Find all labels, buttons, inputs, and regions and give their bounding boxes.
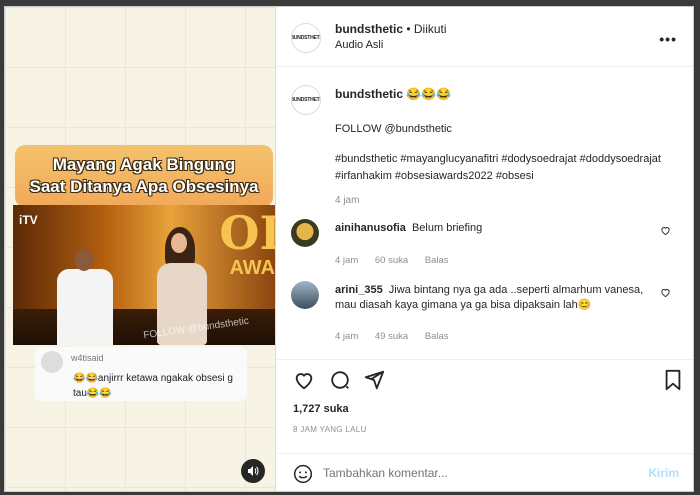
comment-time: 4 jam bbox=[335, 255, 359, 266]
audio-label[interactable]: Audio Asli bbox=[335, 39, 383, 51]
caption-hashtags[interactable]: #bundsthetic #mayanglucyanafitri #dodyso… bbox=[335, 151, 665, 185]
tv-logo: iTV bbox=[19, 213, 38, 227]
header-username-row: bundsthetic • Diikuti bbox=[335, 22, 447, 36]
video-banner: Mayang Agak Bingung Saat Ditanya Apa Obs… bbox=[15, 145, 273, 207]
heart-icon[interactable] bbox=[660, 287, 671, 298]
comment-avatar[interactable] bbox=[291, 281, 319, 309]
stage-sign-2: AWA bbox=[229, 257, 275, 279]
post-date: 8 JAM YANG LALU bbox=[293, 425, 367, 434]
caption-time: 4 jam bbox=[335, 195, 360, 206]
heart-icon[interactable] bbox=[660, 225, 671, 236]
speaker-icon[interactable] bbox=[241, 459, 265, 483]
actions-divider bbox=[277, 359, 693, 360]
add-comment-bar: Kirim bbox=[277, 453, 693, 491]
bookmark-icon[interactable] bbox=[663, 369, 683, 391]
embedded-avatar bbox=[41, 351, 63, 373]
media-area[interactable]: Mayang Agak Bingung Saat Ditanya Apa Obs… bbox=[5, 7, 276, 491]
video-frame[interactable]: OI AWA iTV FOLLOW @bundsthetic bbox=[13, 205, 275, 345]
comment-text: Belum briefing bbox=[411, 222, 483, 234]
comment-likes[interactable]: 49 suka bbox=[375, 331, 408, 342]
action-bar bbox=[293, 369, 685, 395]
comment-likes[interactable]: 60 suka bbox=[375, 255, 408, 266]
send-button[interactable]: Kirim bbox=[648, 466, 679, 480]
post-panel: #BUNDSTHETIC bundsthetic • Diikuti Audio… bbox=[277, 7, 693, 491]
header-username[interactable]: bundsthetic bbox=[335, 22, 403, 36]
comment-meta: 4 jam 60 suka Balas bbox=[335, 255, 463, 266]
banner-line-1: Mayang Agak Bingung bbox=[52, 155, 236, 174]
stage-sign: OI bbox=[219, 206, 275, 260]
comment-username[interactable]: arini_355 bbox=[335, 284, 383, 296]
reply-button[interactable]: Balas bbox=[425, 331, 449, 342]
likes-count[interactable]: 1,727 suka bbox=[293, 403, 349, 415]
embedded-text: 😂😂anjirrr ketawa ngakak obsesi g tau😂😂 bbox=[73, 373, 233, 399]
comment-input[interactable] bbox=[323, 466, 603, 480]
video-card[interactable]: Mayang Agak Bingung Saat Ditanya Apa Obs… bbox=[13, 145, 275, 401]
like-icon[interactable] bbox=[293, 369, 315, 391]
comment-item: ainihanusofia Belum briefing 4 jam 60 su… bbox=[291, 219, 681, 279]
caption-avatar[interactable]: #BUNDSTHETIC bbox=[291, 85, 321, 115]
caption-emoji: 😂😂😂 bbox=[406, 87, 452, 101]
host-figure bbox=[53, 249, 113, 345]
avatar[interactable]: #BUNDSTHETIC bbox=[291, 23, 321, 53]
emoji-icon[interactable] bbox=[293, 464, 313, 484]
post-window: Mayang Agak Bingung Saat Ditanya Apa Obs… bbox=[4, 6, 694, 492]
caption-header: bundsthetic 😂😂😂 bbox=[335, 87, 451, 101]
comment-item: arini_355 Jiwa bintang nya ga ada ..sepe… bbox=[291, 281, 681, 342]
comment-icon[interactable] bbox=[329, 369, 351, 391]
caption-line: FOLLOW @bundsthetic bbox=[335, 123, 452, 135]
comment-body: ainihanusofia Belum briefing bbox=[335, 221, 653, 236]
comment-meta: 4 jam 49 suka Balas bbox=[335, 331, 463, 342]
comment-avatar[interactable] bbox=[291, 219, 319, 247]
reply-button[interactable]: Balas bbox=[425, 255, 449, 266]
more-options-icon[interactable]: ••• bbox=[659, 31, 677, 47]
comment-username[interactable]: ainihanusofia bbox=[335, 222, 406, 234]
comment-body: arini_355 Jiwa bintang nya ga ada ..sepe… bbox=[335, 283, 653, 313]
post-header: #BUNDSTHETIC bundsthetic • Diikuti Audio… bbox=[277, 7, 693, 67]
banner-line-2: Saat Ditanya Apa Obsesinya bbox=[29, 177, 259, 196]
embedded-username: w4tisaid bbox=[71, 353, 104, 363]
embedded-comment: w4tisaid 😂😂anjirrr ketawa ngakak obsesi … bbox=[35, 347, 247, 401]
caption-username[interactable]: bundsthetic bbox=[335, 87, 403, 101]
follow-status[interactable]: • Diikuti bbox=[406, 22, 446, 36]
comment-time: 4 jam bbox=[335, 331, 359, 342]
share-icon[interactable] bbox=[363, 369, 385, 391]
